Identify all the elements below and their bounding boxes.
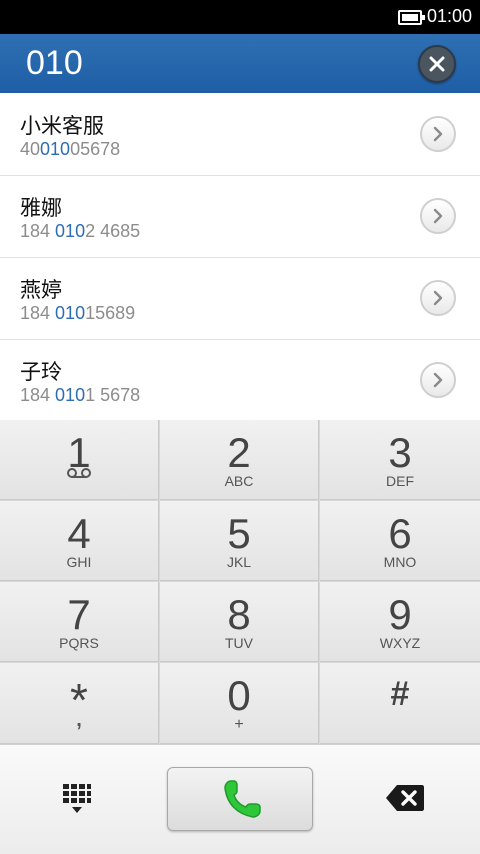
chevron-right-icon <box>433 290 443 306</box>
key-7[interactable]: 7 PQRS <box>0 582 159 662</box>
key-0[interactable]: 0 + <box>160 663 319 744</box>
key-digit: # <box>390 675 410 713</box>
key-letters: ABC <box>224 473 254 489</box>
key-letters: PQRS <box>59 635 99 651</box>
status-time: 01:00 <box>426 6 472 26</box>
key-digit: 7 <box>67 591 91 638</box>
key-star[interactable]: * , <box>0 663 159 744</box>
key-3[interactable]: 3 DEF <box>320 420 480 500</box>
contact-row[interactable]: 小米客服 4001005678 <box>0 93 480 176</box>
contact-row[interactable]: 燕婷 184 01015689 <box>0 257 480 340</box>
key-hash[interactable]: # <box>320 663 480 744</box>
key-letters: TUV <box>225 635 253 651</box>
key-digit: 6 <box>388 510 412 557</box>
contact-detail-button[interactable] <box>420 198 456 234</box>
contact-phone: 184 0102 4685 <box>20 221 141 241</box>
contact-phone: 184 01015689 <box>20 303 136 323</box>
key-digit: 0 <box>227 672 251 719</box>
clear-x-icon <box>429 56 445 72</box>
dialed-number: 010 <box>26 44 83 82</box>
dialed-number-bar: 010 <box>0 34 480 93</box>
chevron-right-icon <box>433 126 443 142</box>
key-2[interactable]: 2 ABC <box>160 420 319 500</box>
key-5[interactable]: 5 JKL <box>160 501 319 581</box>
key-letters: , <box>76 709 82 731</box>
key-digit: 3 <box>388 429 412 476</box>
key-letters: DEF <box>386 473 414 489</box>
contact-detail-button[interactable] <box>420 280 456 316</box>
contact-detail-button[interactable] <box>420 362 456 398</box>
key-digit: 8 <box>227 591 251 638</box>
contact-name: 雅娜 <box>20 196 62 220</box>
key-letters: GHI <box>66 554 92 570</box>
clear-button[interactable] <box>418 45 456 83</box>
dialpad-toggle-button[interactable] <box>62 783 92 819</box>
chevron-right-icon <box>433 208 443 224</box>
contact-row[interactable]: 子玲 184 0101 5678 <box>0 339 480 421</box>
key-9[interactable]: 9 WXYZ <box>320 582 480 662</box>
key-digit: 4 <box>67 510 91 557</box>
status-bar: 01:00 <box>0 0 480 34</box>
key-4[interactable]: 4 GHI <box>0 501 159 581</box>
key-letters: WXYZ <box>379 635 421 651</box>
phone-call-icon <box>224 780 261 818</box>
key-letters: JKL <box>226 554 252 570</box>
voicemail-icon <box>0 464 158 483</box>
contact-name: 子玲 <box>20 360 62 384</box>
key-letters: + <box>234 716 244 733</box>
key-digit: 9 <box>388 591 412 638</box>
contact-name: 燕婷 <box>20 278 62 302</box>
dial-keypad: 1 2 ABC 3 DEF 4 GHI 5 JKL 6 MNO 7 PQRS 8… <box>0 420 480 744</box>
key-digit: 2 <box>227 429 251 476</box>
key-8[interactable]: 8 TUV <box>160 582 319 662</box>
contact-suggestion-list: 小米客服 4001005678 雅娜 184 0102 4685 燕婷 184 … <box>0 93 480 420</box>
key-6[interactable]: 6 MNO <box>320 501 480 581</box>
contact-phone: 4001005678 <box>20 139 121 159</box>
contact-row[interactable]: 雅娜 184 0102 4685 <box>0 175 480 258</box>
battery-icon <box>398 10 425 25</box>
backspace-button[interactable] <box>385 783 425 817</box>
backspace-icon <box>386 785 424 811</box>
contact-phone: 184 0101 5678 <box>20 385 141 405</box>
dialer-action-bar <box>0 744 480 854</box>
chevron-right-icon <box>433 372 443 388</box>
key-digit: 5 <box>227 510 251 557</box>
key-1[interactable]: 1 <box>0 420 159 500</box>
dialpad-grid-icon <box>63 784 91 813</box>
contact-name: 小米客服 <box>20 114 104 138</box>
contact-detail-button[interactable] <box>420 116 456 152</box>
key-letters: MNO <box>383 554 417 570</box>
call-button[interactable] <box>167 767 313 831</box>
